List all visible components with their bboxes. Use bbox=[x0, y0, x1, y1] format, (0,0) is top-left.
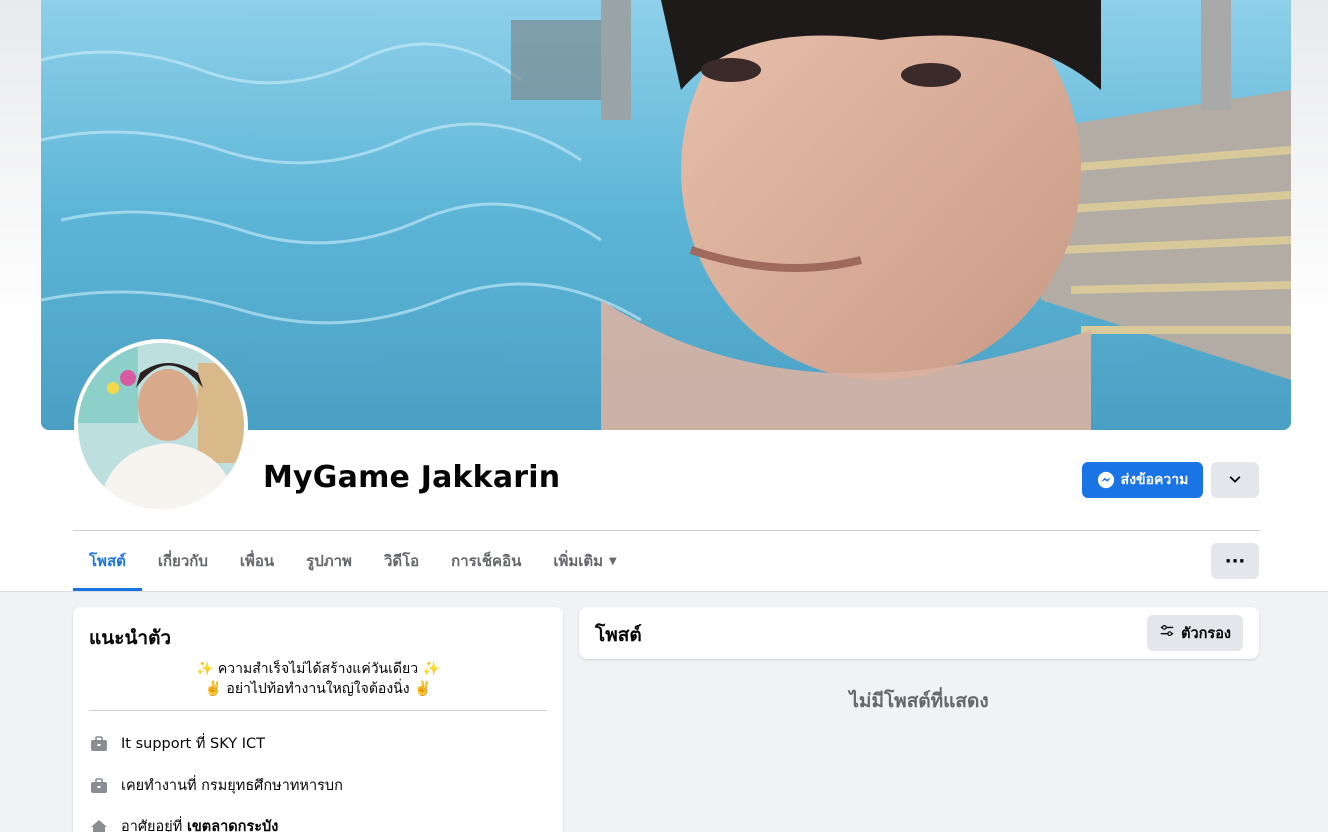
past-work-prefix: เคยทำงานที่ bbox=[121, 778, 197, 794]
lives-place[interactable]: เขตลาดกระบัง bbox=[187, 819, 278, 832]
work-prefix: It support ที่ bbox=[121, 736, 206, 752]
bio-line-2: ✌️ อย่าไปท้อทำงานใหญ่ใจต้องนิ่ง ✌️ bbox=[204, 681, 432, 697]
info-past-work: เคยทำงานที่ กรมยุทธศึกษาทหารบก bbox=[89, 774, 343, 797]
work-place[interactable]: SKY ICT bbox=[210, 736, 265, 752]
send-message-button[interactable]: ส่งข้อความ bbox=[1082, 462, 1203, 498]
profile-tabs: โพสต์ เกี่ยวกับ เพื่อน รูปภาพ วิดีโอ การ… bbox=[73, 531, 633, 591]
tab-videos[interactable]: วิดีโอ bbox=[368, 531, 435, 591]
past-work-place[interactable]: กรมยุทธศึกษาทหารบก bbox=[201, 778, 343, 794]
profile-avatar-image bbox=[78, 343, 244, 509]
cover-photo-image bbox=[41, 0, 1291, 430]
filter-label: ตัวกรอง bbox=[1181, 625, 1231, 642]
filter-icon bbox=[1159, 623, 1175, 643]
tab-posts[interactable]: โพสต์ bbox=[73, 531, 142, 591]
bio-text: ✨ ความสำเร็จไม่ได้สร้างแค่วันเดียว ✨ ✌️ … bbox=[89, 659, 547, 699]
tab-friends[interactable]: เพื่อน bbox=[224, 531, 290, 591]
briefcase-icon bbox=[89, 776, 109, 796]
briefcase-icon bbox=[89, 734, 109, 754]
chevron-down-icon bbox=[1228, 471, 1242, 490]
info-lives-in: อาศัยอยู่ที่ เขตลาดกระบัง bbox=[89, 815, 278, 832]
profile-avatar[interactable] bbox=[74, 339, 248, 513]
caret-down-icon: ▼ bbox=[609, 555, 617, 567]
profile-name: MyGame Jakkarin bbox=[263, 460, 561, 495]
empty-posts-message: ไม่มีโพสต์ที่แสดง bbox=[849, 690, 989, 712]
intro-card: แนะนำตัว ✨ ความสำเร็จไม่ได้สร้างแค่วันเด… bbox=[73, 607, 563, 832]
lives-prefix: อาศัยอยู่ที่ bbox=[121, 819, 183, 832]
more-options-button[interactable]: ··· bbox=[1211, 543, 1259, 579]
profile-options-dropdown[interactable] bbox=[1211, 462, 1259, 498]
profile-header: MyGame Jakkarin ส่งข้อความ โพสต์ เกี่ยวก… bbox=[0, 0, 1328, 592]
posts-header-card: โพสต์ ตัวกรอง bbox=[579, 607, 1259, 659]
bio-line-1: ✨ ความสำเร็จไม่ได้สร้างแค่วันเดียว ✨ bbox=[196, 661, 440, 677]
intro-title: แนะนำตัว bbox=[89, 627, 172, 649]
tab-photos[interactable]: รูปภาพ bbox=[290, 531, 368, 591]
ellipsis-icon: ··· bbox=[1224, 550, 1246, 572]
info-work: It support ที่ SKY ICT bbox=[89, 732, 265, 755]
messenger-icon bbox=[1097, 471, 1115, 489]
tab-about[interactable]: เกี่ยวกับ bbox=[142, 531, 224, 591]
tab-checkins[interactable]: การเช็คอิน bbox=[435, 531, 537, 591]
send-message-label: ส่งข้อความ bbox=[1120, 472, 1189, 488]
filter-button[interactable]: ตัวกรอง bbox=[1147, 615, 1243, 651]
home-icon bbox=[89, 817, 109, 832]
cover-photo[interactable] bbox=[41, 0, 1291, 430]
intro-divider bbox=[89, 710, 547, 711]
posts-title: โพสต์ bbox=[595, 624, 642, 646]
tab-more[interactable]: เพิ่มเติม ▼ bbox=[537, 531, 632, 591]
